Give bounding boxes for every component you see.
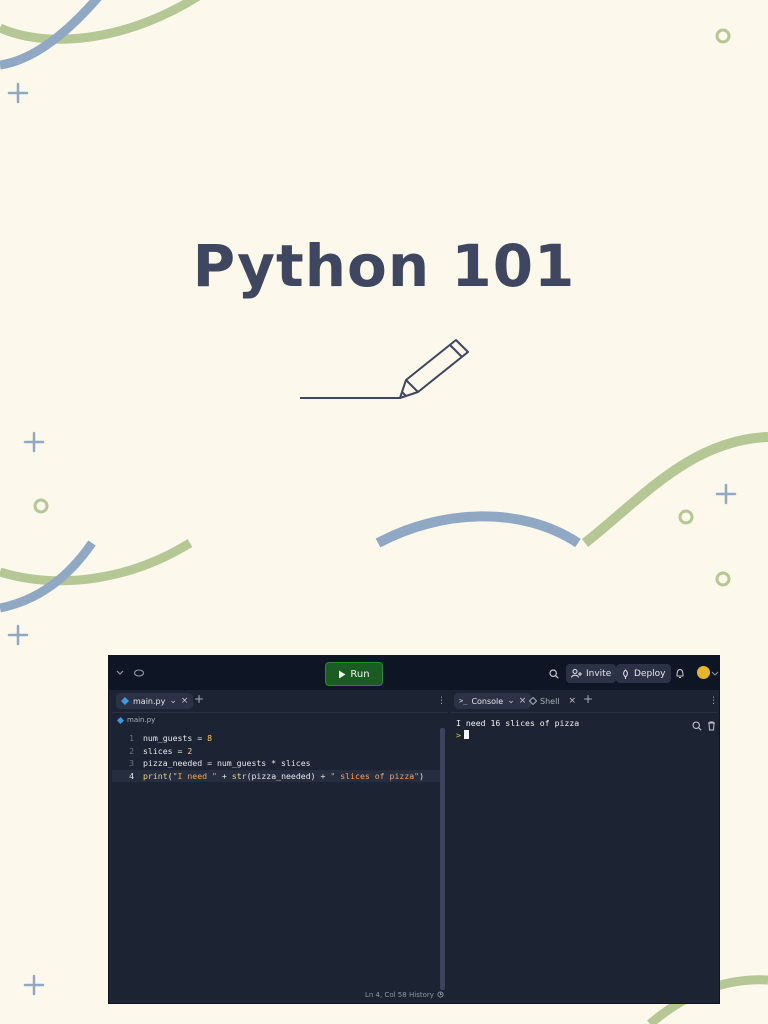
bell-icon[interactable] (675, 668, 685, 679)
run-button[interactable]: Run (325, 662, 383, 686)
tab-shell[interactable]: Shell × (529, 693, 576, 709)
python-file-icon (117, 716, 124, 724)
cloud-sync-icon[interactable] (133, 668, 145, 678)
code-editor[interactable]: 1 num_guests = 8 2 slices = 2 3 pizza_ne… (112, 732, 442, 782)
editor-tabbar: main.py ⌄ × + ⋮ (112, 690, 448, 713)
close-icon[interactable]: × (519, 696, 527, 706)
invite-button[interactable]: Invite (566, 664, 617, 683)
python-file-icon (121, 697, 129, 705)
chevron-down-icon[interactable] (711, 671, 719, 677)
code-text: pizza_needed = num_guests * slices (143, 758, 311, 768)
code-number: 2 (187, 745, 193, 756)
run-button-label: Run (350, 668, 370, 680)
search-icon[interactable] (692, 721, 702, 731)
code-text: + (216, 770, 232, 781)
deploy-icon (623, 668, 628, 679)
shell-icon (529, 697, 537, 705)
history-button[interactable]: History (409, 991, 434, 999)
code-text: num_guests = (143, 733, 208, 743)
editor-scrollbar[interactable] (440, 728, 445, 990)
breadcrumb: main.py (117, 716, 155, 724)
code-text: slices = (143, 745, 188, 756)
line-number: 3 (129, 758, 134, 768)
play-icon (339, 670, 346, 678)
console-output: I need 16 slices of pizza > (456, 717, 579, 741)
chevron-down-icon[interactable]: ⌄ (169, 696, 177, 706)
tab-label: Console (471, 696, 504, 706)
more-options-icon[interactable]: ⋮ (709, 693, 718, 709)
code-line-active: 4 print("I need " + str (pizza_needed) + … (112, 769, 442, 782)
tab-label: main.py (133, 696, 166, 706)
code-line: 3 pizza_needed = num_guests * slices (112, 757, 442, 770)
console-output-line: I need 16 slices of pizza (456, 718, 580, 728)
add-tab-icon[interactable]: + (583, 691, 593, 707)
deploy-button[interactable]: Deploy (616, 664, 671, 683)
terminal-icon: >_ (459, 697, 468, 705)
code-line: 2 slices = 2 (112, 745, 442, 758)
search-icon[interactable] (549, 669, 559, 679)
line-number: 1 (129, 733, 134, 743)
ide-topbar: Run Invite Deploy (109, 656, 719, 690)
code-text: (pizza_needed) (246, 770, 316, 781)
plus-icon (7, 82, 29, 104)
cursor-position: Ln 4, Col 58 (365, 991, 407, 999)
chevron-down-icon[interactable] (115, 668, 135, 678)
code-function: print (143, 770, 168, 781)
console-pane: >_ Console ⌄ × Shell × + ⋮ I need 16 sli… (451, 690, 718, 1003)
chevron-down-icon[interactable]: ⌄ (507, 696, 515, 706)
history-icon[interactable] (437, 991, 444, 998)
trash-icon[interactable] (707, 721, 716, 731)
more-options-icon[interactable]: ⋮ (437, 693, 446, 709)
tab-console[interactable]: >_ Console ⌄ × (454, 693, 532, 709)
code-text: ) (419, 770, 425, 781)
code-line: 1 num_guests = 8 (112, 732, 442, 745)
tab-main-py[interactable]: main.py ⌄ × (116, 693, 194, 709)
close-icon[interactable]: × (181, 696, 189, 706)
page-title: Python 101 (192, 232, 576, 300)
avatar[interactable] (697, 666, 710, 679)
console-cursor[interactable] (463, 730, 469, 739)
line-number: 4 (129, 770, 134, 781)
add-user-icon (571, 669, 582, 678)
pencil-icon (300, 339, 469, 399)
code-string: "I need " (172, 770, 217, 781)
line-number: 2 (129, 745, 134, 756)
editor-statusbar: Ln 4, Col 58 History (112, 985, 448, 1003)
breadcrumb-file: main.py (127, 716, 156, 724)
close-icon[interactable]: × (569, 696, 577, 706)
editor-pane: main.py ⌄ × + ⋮ main.py 1 num_guests = 8… (112, 690, 448, 1003)
ide-window: Run Invite Deploy main.py ⌄ × + ⋮ main.p… (108, 655, 720, 1004)
code-function: str (231, 770, 247, 781)
code-text: + (315, 770, 331, 781)
tab-label: Shell (540, 696, 560, 706)
deploy-button-label: Deploy (634, 668, 666, 679)
console-tabbar: >_ Console ⌄ × Shell × + ⋮ (451, 690, 718, 713)
console-prompt: > (456, 730, 461, 740)
code-number: 8 (207, 733, 213, 743)
code-string: " slices of pizza" (330, 770, 420, 781)
invite-button-label: Invite (586, 668, 612, 679)
add-tab-icon[interactable]: + (194, 691, 204, 707)
